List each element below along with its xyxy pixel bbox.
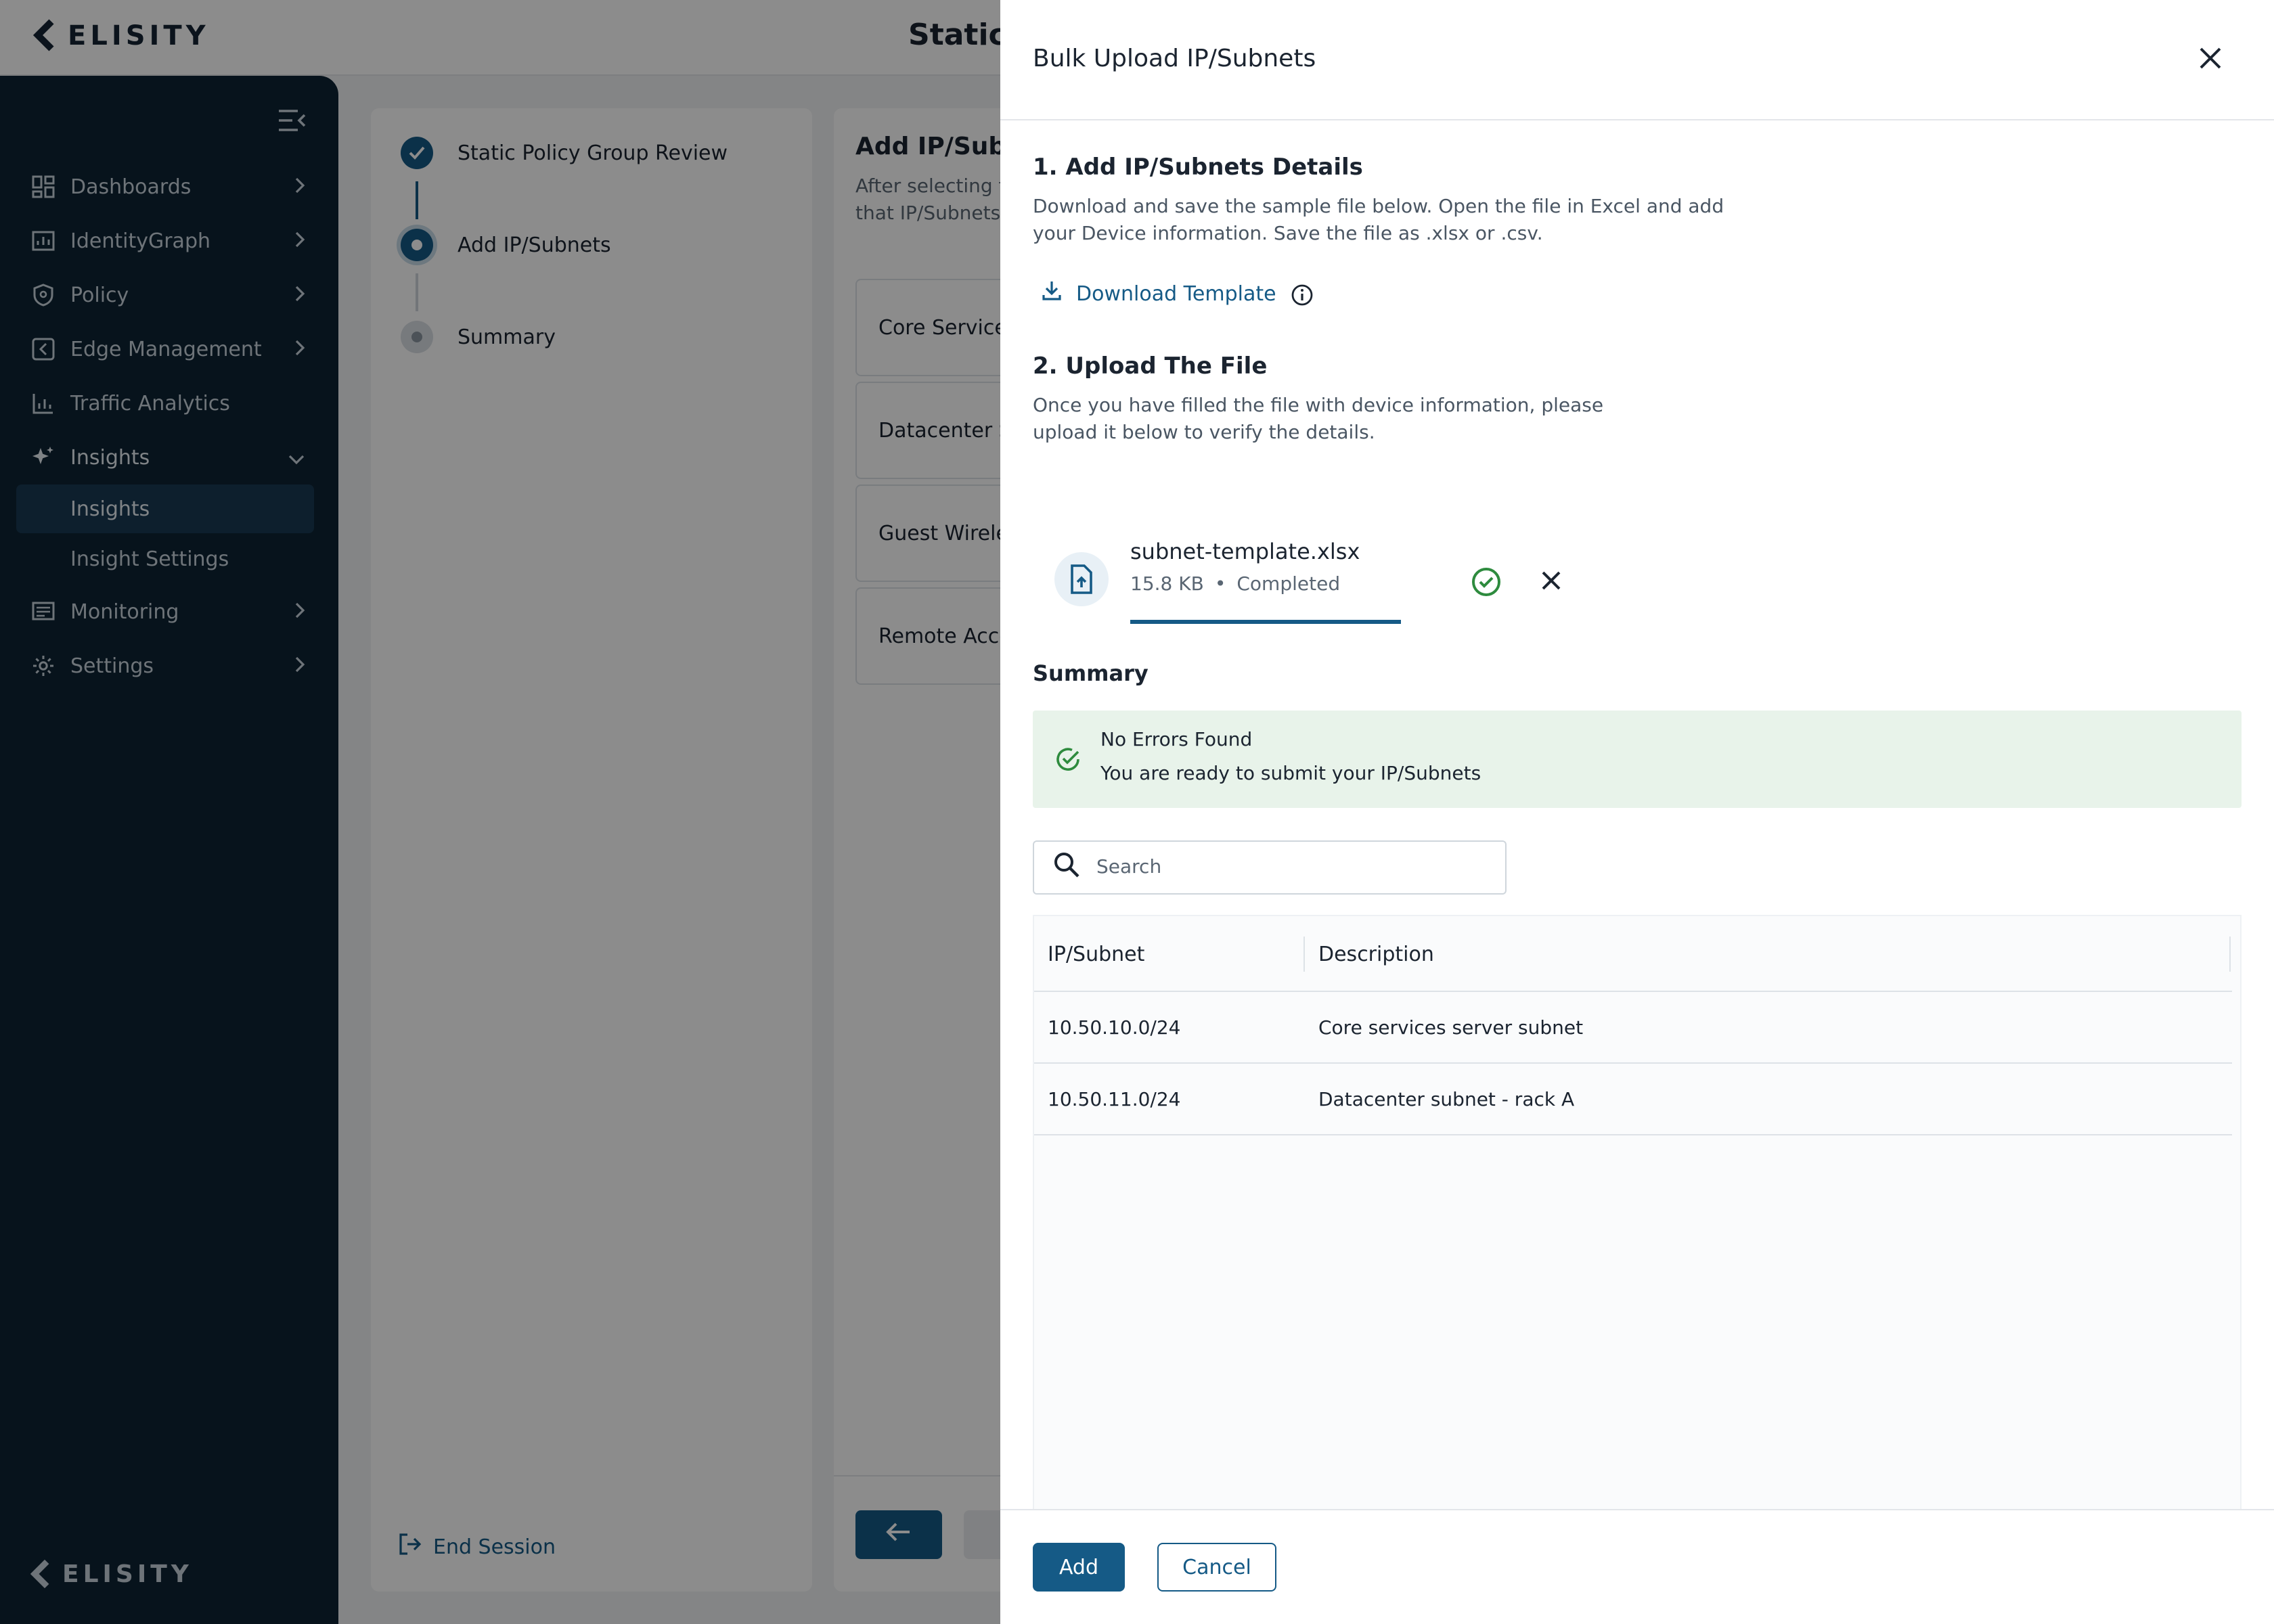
- search-input[interactable]: [1096, 857, 1462, 878]
- check-circle-icon: [1054, 746, 1082, 778]
- table-row[interactable]: 10.50.11.0/24 Datacenter subnet - rack A: [1034, 1065, 2232, 1135]
- add-button[interactable]: Add: [1033, 1543, 1125, 1592]
- bulk-upload-drawer: Bulk Upload IP/Subnets 1. Add IP/Subnets…: [1000, 0, 2274, 1624]
- section-add-details-description: Download and save the sample file below.…: [1033, 194, 1724, 248]
- download-template-link[interactable]: Download Template: [1041, 280, 1276, 307]
- table-header: IP/Subnet Description: [1034, 916, 2232, 992]
- cell-description: Core services server subnet: [1318, 1017, 1584, 1039]
- drawer-header: Bulk Upload IP/Subnets: [1000, 0, 2274, 120]
- file-size: 15.8 KB: [1130, 574, 1204, 595]
- desc-line: your Device information. Save the file a…: [1033, 223, 1543, 245]
- summary-title: Summary: [1033, 660, 1149, 686]
- desc-line: upload it below to verify the details.: [1033, 422, 1375, 444]
- ip-subnet-table: IP/Subnet Description 10.50.10.0/24 Core…: [1033, 915, 2242, 1510]
- cancel-button[interactable]: Cancel: [1157, 1543, 1276, 1592]
- desc-line: Download and save the sample file below.…: [1033, 196, 1724, 218]
- alert-title: No Errors Found: [1100, 729, 1253, 751]
- check-circle-icon: [1471, 567, 1501, 602]
- cell-ip-subnet: 10.50.11.0/24: [1048, 1089, 1181, 1110]
- search-icon: [1053, 851, 1080, 884]
- section-add-details-title: 1. Add IP/Subnets Details: [1033, 154, 1363, 181]
- section-upload-description: Once you have filled the file with devic…: [1033, 392, 1603, 447]
- upload-progress-bar: [1130, 620, 1401, 624]
- close-icon: [1542, 571, 1561, 590]
- column-header-ip-subnet[interactable]: IP/Subnet: [1034, 936, 1305, 971]
- upload-progress-fill: [1130, 620, 1401, 624]
- download-template-label: Download Template: [1076, 281, 1276, 306]
- cell-description: Datacenter subnet - rack A: [1318, 1089, 1575, 1110]
- info-icon[interactable]: [1290, 283, 1314, 313]
- section-upload-title: 2. Upload The File: [1033, 353, 1268, 380]
- cell-ip-subnet: 10.50.10.0/24: [1048, 1017, 1181, 1039]
- download-icon: [1041, 280, 1063, 307]
- uploaded-file-meta: 15.8 KB • Completed: [1130, 574, 1340, 595]
- meta-separator: •: [1214, 574, 1226, 595]
- column-divider: [2229, 937, 2231, 972]
- file-status: Completed: [1236, 574, 1341, 595]
- search-field[interactable]: [1033, 840, 1507, 895]
- table-row[interactable]: 10.50.10.0/24 Core services server subne…: [1034, 993, 2232, 1064]
- remove-file-button[interactable]: [1539, 568, 1563, 598]
- success-alert: No Errors Found You are ready to submit …: [1033, 710, 2242, 808]
- drawer-title: Bulk Upload IP/Subnets: [1033, 45, 1316, 73]
- column-header-description[interactable]: Description: [1305, 936, 1434, 971]
- desc-line: Once you have filled the file with devic…: [1033, 395, 1604, 417]
- uploaded-file-name: subnet-template.xlsx: [1130, 539, 1360, 564]
- file-upload-icon: [1054, 552, 1109, 606]
- close-icon: [2200, 47, 2221, 69]
- alert-message: You are ready to submit your IP/Subnets: [1100, 763, 1481, 785]
- close-button[interactable]: [2195, 43, 2225, 73]
